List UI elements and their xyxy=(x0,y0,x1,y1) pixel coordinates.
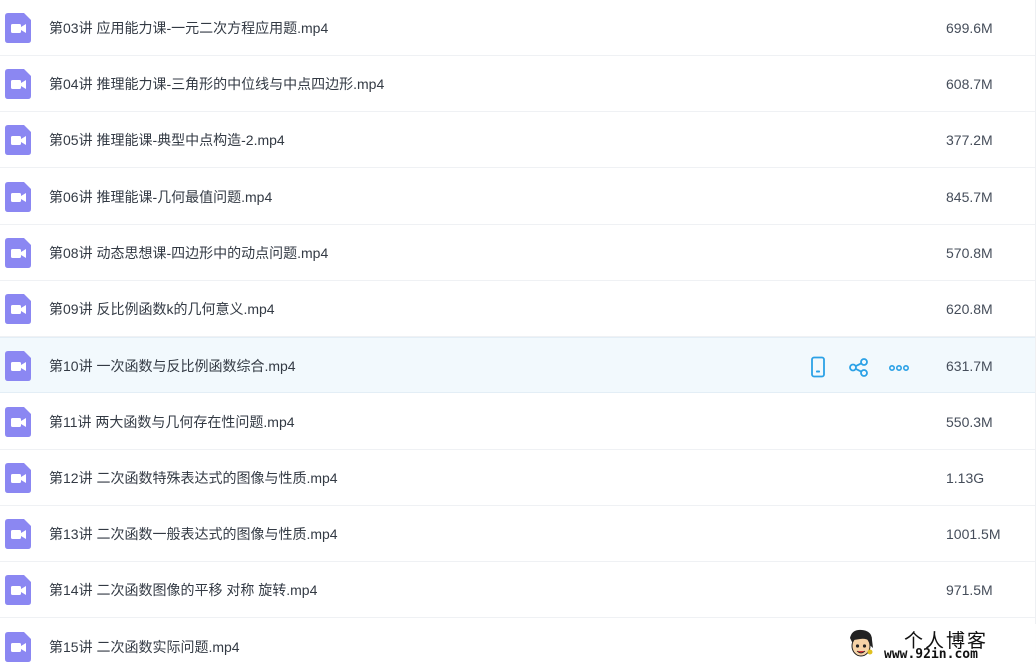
file-name[interactable]: 第03讲 应用能力课-一元二次方程应用题.mp4 xyxy=(49,19,328,37)
video-file-icon xyxy=(5,575,31,605)
file-size: 608.7M xyxy=(946,76,993,92)
file-name[interactable]: 第08讲 动态思想课-四边形中的动点问题.mp4 xyxy=(49,244,328,262)
watermark-url: www.92in.com xyxy=(884,647,978,662)
file-name[interactable]: 第13讲 二次函数一般表达式的图像与性质.mp4 xyxy=(49,525,338,543)
file-size: 1.13G xyxy=(946,470,985,486)
phone-icon[interactable] xyxy=(806,355,830,379)
list-item[interactable]: 第06讲 推理能课-几何最值问题.mp4 845.7M xyxy=(0,169,1035,225)
file-name[interactable]: 第15讲 二次函数实际问题.mp4 xyxy=(49,638,240,656)
list-item[interactable]: 第05讲 推理能课-典型中点构造-2.mp4 377.2M xyxy=(0,112,1035,168)
list-item[interactable]: 第11讲 两大函数与几何存在性问题.mp4 550.3M xyxy=(0,394,1035,450)
list-item[interactable]: 第13讲 二次函数一般表达式的图像与性质.mp4 1001.5M xyxy=(0,506,1035,562)
file-size: 971.5M xyxy=(946,582,993,598)
video-file-icon xyxy=(5,351,31,381)
file-name[interactable]: 第09讲 反比例函数k的几何意义.mp4 xyxy=(49,300,275,318)
video-file-icon xyxy=(5,407,31,437)
video-file-icon xyxy=(5,182,31,212)
more-icon[interactable] xyxy=(887,355,911,379)
file-name[interactable]: 第05讲 推理能课-典型中点构造-2.mp4 xyxy=(49,131,285,149)
file-name[interactable]: 第14讲 二次函数图像的平移 对称 旋转.mp4 xyxy=(49,581,317,599)
file-size: 845.7M xyxy=(946,189,993,205)
video-file-icon xyxy=(5,294,31,324)
video-file-icon xyxy=(5,632,31,662)
video-file-icon xyxy=(5,125,31,155)
list-item[interactable]: 第09讲 反比例函数k的几何意义.mp4 620.8M xyxy=(0,281,1035,337)
video-file-icon xyxy=(5,69,31,99)
video-file-icon xyxy=(5,463,31,493)
list-item[interactable]: 第03讲 应用能力课-一元二次方程应用题.mp4 699.6M xyxy=(0,0,1035,56)
file-name[interactable]: 第04讲 推理能力课-三角形的中位线与中点四边形.mp4 xyxy=(49,75,384,93)
cartoon-face-logo xyxy=(846,628,876,660)
watermark: 个人博客 www.92in.com xyxy=(838,624,1036,666)
file-size: 570.8M xyxy=(946,245,993,261)
file-name[interactable]: 第12讲 二次函数特殊表达式的图像与性质.mp4 xyxy=(49,469,338,487)
list-item[interactable]: 第10讲 一次函数与反比例函数综合.mp4 631.7M xyxy=(0,337,1035,393)
share-icon[interactable] xyxy=(847,355,871,379)
file-size: 631.7M xyxy=(946,358,993,374)
file-size: 550.3M xyxy=(946,414,993,430)
file-name[interactable]: 第06讲 推理能课-几何最值问题.mp4 xyxy=(49,188,272,206)
file-list: 第03讲 应用能力课-一元二次方程应用题.mp4 699.6M 第04讲 推理能… xyxy=(0,0,1036,666)
list-item[interactable]: 第12讲 二次函数特殊表达式的图像与性质.mp4 1.13G xyxy=(0,450,1035,506)
file-name[interactable]: 第10讲 一次函数与反比例函数综合.mp4 xyxy=(49,357,296,375)
list-item[interactable]: 第14讲 二次函数图像的平移 对称 旋转.mp4 971.5M xyxy=(0,562,1035,618)
file-name[interactable]: 第11讲 两大函数与几何存在性问题.mp4 xyxy=(49,413,295,431)
list-item[interactable]: 第04讲 推理能力课-三角形的中位线与中点四边形.mp4 608.7M xyxy=(0,56,1035,112)
file-size: 1001.5M xyxy=(946,526,1001,542)
video-file-icon xyxy=(5,238,31,268)
video-file-icon xyxy=(5,519,31,549)
list-item[interactable]: 第08讲 动态思想课-四边形中的动点问题.mp4 570.8M xyxy=(0,225,1035,281)
file-size: 620.8M xyxy=(946,301,993,317)
file-size: 699.6M xyxy=(946,20,993,36)
file-size: 377.2M xyxy=(946,132,993,148)
video-file-icon xyxy=(5,13,31,43)
